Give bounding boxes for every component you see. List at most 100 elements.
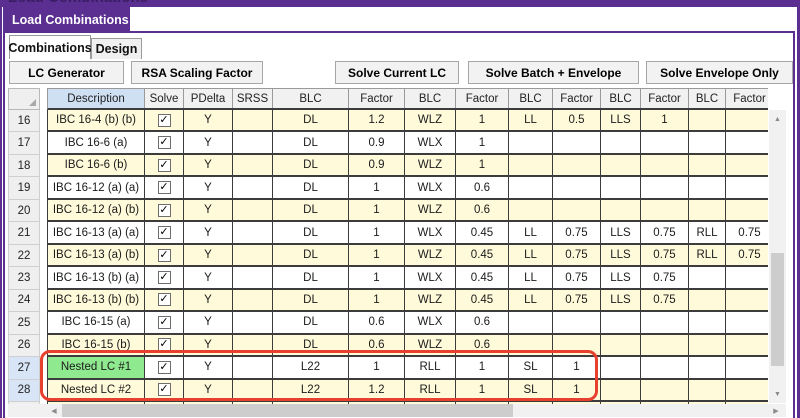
cell-description[interactable]: IBC 16-15 (a) [48, 312, 145, 333]
cell-blc[interactable] [509, 154, 553, 176]
cell-blc[interactable]: DL [273, 312, 349, 333]
cell-blc[interactable]: WLZ [405, 110, 456, 131]
cell-blc[interactable]: DL [273, 267, 349, 288]
cell-factor[interactable] [726, 335, 768, 355]
cell-factor[interactable] [553, 154, 601, 176]
solve-checkbox[interactable]: ✓ [157, 203, 171, 217]
cell-blc[interactable] [689, 267, 726, 288]
cell-factor[interactable] [726, 200, 768, 220]
cell-factor[interactable] [726, 312, 768, 332]
cell-solve[interactable]: ✓ [145, 267, 184, 288]
cell-description[interactable]: IBC 16-6 (a) [48, 132, 145, 153]
column-header-blc-10[interactable]: BLC [601, 89, 641, 108]
cell-factor[interactable]: 0.6 [456, 177, 509, 198]
row-number-18[interactable]: 18 [8, 153, 40, 178]
cell-factor[interactable] [726, 380, 768, 400]
cell-blc[interactable]: RLL [689, 222, 726, 243]
column-header-blc-12[interactable]: BLC [689, 89, 726, 108]
cell-factor[interactable]: 0.75 [641, 244, 689, 266]
column-header-pdelta-2[interactable]: PDelta [184, 89, 233, 108]
cell-factor[interactable]: 0.45 [456, 267, 509, 288]
cell-factor[interactable]: 1 [456, 357, 509, 378]
cell-blc[interactable]: L22 [273, 357, 349, 378]
cell-blc[interactable]: WLX [405, 132, 456, 153]
cell-blc[interactable]: LL [509, 110, 553, 131]
cell-blc[interactable] [689, 199, 726, 221]
cell-factor[interactable]: 1.2 [349, 110, 405, 131]
cell-description[interactable]: IBC 16-6 (b) [48, 154, 145, 176]
cell-factor[interactable]: 0.45 [456, 244, 509, 266]
cell-factor[interactable]: 0.6 [349, 312, 405, 333]
cell-blc[interactable]: RLL [405, 357, 456, 378]
cell-blc[interactable]: DL [273, 132, 349, 153]
close-icon[interactable]: ✕ [138, 14, 147, 27]
solve-checkbox[interactable]: ✓ [157, 158, 171, 172]
cell-factor[interactable] [726, 155, 768, 175]
scroll-right-arrow-icon[interactable]: ▶ [769, 404, 783, 417]
cell-blc[interactable] [601, 132, 641, 153]
cell-factor[interactable] [553, 199, 601, 221]
column-header-factor-13[interactable]: Factor [726, 89, 768, 108]
cell-description[interactable]: IBC 16-4 (b) (b) [48, 110, 145, 131]
column-header-factor-11[interactable]: Factor [641, 89, 689, 108]
cell-factor[interactable] [726, 177, 768, 197]
cell-factor[interactable]: 1 [349, 289, 405, 311]
cell-description[interactable]: IBC 16-13 (a) (b) [48, 244, 145, 266]
cell-solve[interactable]: ✓ [145, 357, 184, 378]
solve-checkbox[interactable]: ✓ [157, 293, 171, 307]
cell-blc[interactable]: DL [273, 110, 349, 131]
cell-blc[interactable] [509, 132, 553, 153]
row-number-21[interactable]: 21 [8, 221, 40, 245]
cell-factor[interactable] [553, 132, 601, 153]
cell-pdelta[interactable]: Y [184, 244, 233, 266]
cell-blc[interactable] [601, 177, 641, 198]
cell-srss[interactable] [233, 199, 273, 221]
cell-factor[interactable]: 1 [553, 357, 601, 378]
cell-solve[interactable]: ✓ [145, 199, 184, 221]
document-tab-load-combinations[interactable]: Load Combinations ✕ [3, 7, 147, 33]
cell-solve[interactable]: ✓ [145, 312, 184, 333]
cell-factor[interactable]: 1 [349, 357, 405, 378]
cell-factor[interactable] [553, 312, 601, 333]
cell-blc[interactable]: DL [273, 154, 349, 176]
cell-blc[interactable]: DL [273, 244, 349, 266]
cell-blc[interactable] [689, 110, 726, 131]
cell-blc[interactable] [689, 312, 726, 333]
solve-checkbox[interactable]: ✓ [157, 383, 171, 397]
cell-solve[interactable]: ✓ [145, 222, 184, 243]
cell-solve[interactable]: ✓ [145, 132, 184, 153]
cell-pdelta[interactable]: Y [184, 312, 233, 333]
cell-blc[interactable] [601, 312, 641, 333]
cell-blc[interactable]: DL [273, 177, 349, 198]
row-number-26[interactable]: 26 [8, 333, 40, 358]
cell-blc[interactable]: SL [509, 379, 553, 401]
cell-factor[interactable]: 1 [641, 110, 689, 131]
cell-factor[interactable]: 1 [456, 379, 509, 401]
cell-blc[interactable]: WLZ [405, 289, 456, 311]
cell-factor[interactable] [553, 177, 601, 198]
solve-checkbox[interactable]: ✓ [157, 315, 171, 329]
solve-checkbox[interactable]: ✓ [157, 248, 171, 262]
cell-factor[interactable]: 0.75 [553, 289, 601, 311]
scroll-down-arrow-icon[interactable]: ▼ [769, 387, 786, 401]
cell-factor[interactable]: 1 [456, 132, 509, 153]
cell-description[interactable]: IBC 16-12 (a) (b) [48, 199, 145, 221]
solve-checkbox[interactable]: ✓ [157, 136, 171, 150]
cell-blc[interactable] [689, 334, 726, 356]
cell-blc[interactable]: LLS [601, 267, 641, 288]
cell-pdelta[interactable]: Y [184, 357, 233, 378]
solve-checkbox[interactable]: ✓ [157, 360, 171, 374]
cell-factor[interactable]: 1 [349, 199, 405, 221]
cell-factor[interactable]: 0.45 [456, 222, 509, 243]
solve-checkbox[interactable]: ✓ [157, 226, 171, 240]
cell-description[interactable]: IBC 16-13 (a) (a) [48, 222, 145, 243]
cell-blc[interactable] [689, 132, 726, 153]
column-header-solve-1[interactable]: Solve [145, 89, 184, 108]
cell-factor[interactable] [726, 267, 768, 287]
cell-description[interactable]: IBC 16-13 (b) (a) [48, 267, 145, 288]
cell-factor[interactable]: 1 [349, 222, 405, 243]
column-header-description-0[interactable]: Description [48, 89, 145, 108]
cell-factor[interactable]: 0.75 [726, 245, 768, 265]
cell-blc[interactable]: DL [273, 199, 349, 221]
cell-blc[interactable]: LLS [601, 110, 641, 131]
